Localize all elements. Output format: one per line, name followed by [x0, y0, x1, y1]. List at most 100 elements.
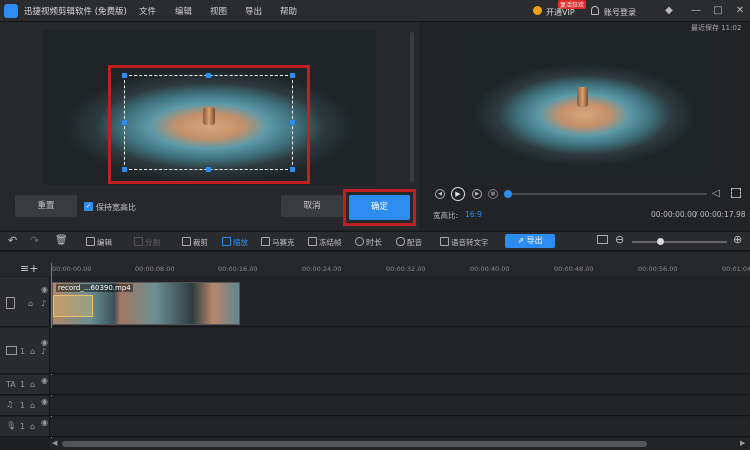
pip-track-header: 1 ◉ ⌂ ♪	[0, 328, 50, 373]
edit-button[interactable]: 编辑	[86, 237, 112, 248]
text-track-header: TA 1 ◉ ⌂	[0, 375, 50, 394]
crop-handle[interactable]	[290, 167, 295, 172]
export-button[interactable]: ⇗ 导出	[505, 234, 555, 248]
timeline-scrollbar[interactable]: ◀ ▶	[50, 438, 750, 450]
eye-icon[interactable]: ◉	[41, 285, 48, 294]
timeline-zoom-handle[interactable]	[657, 238, 664, 245]
volume-icon[interactable]: ◁	[712, 188, 720, 199]
lock-icon[interactable]: ⌂	[30, 422, 35, 431]
confirm-button[interactable]: 确定	[349, 195, 410, 220]
keep-ratio-checkbox[interactable]: ✓	[84, 202, 93, 211]
time-total: / 00:00:17.98	[695, 210, 746, 219]
zoom-in-icon[interactable]: ⊕	[733, 233, 742, 246]
music-icon: ♫	[6, 400, 14, 409]
menu-help[interactable]: 帮助	[280, 5, 297, 17]
eye-icon[interactable]: ◉	[41, 338, 48, 347]
close-icon[interactable]: ✕	[733, 4, 747, 18]
vip-crown-icon	[533, 6, 542, 15]
zoom-button[interactable]: 缩放	[222, 237, 248, 248]
dub-button[interactable]: 配音	[396, 237, 422, 248]
reset-button[interactable]: 重置	[15, 195, 77, 217]
scrollbar-thumb[interactable]	[62, 441, 647, 447]
duration-button[interactable]: 时长	[355, 237, 382, 248]
clip-zoom-region[interactable]	[53, 295, 93, 317]
cancel-button[interactable]: 取消	[281, 195, 343, 217]
next-frame-icon[interactable]: ▶	[472, 189, 482, 199]
zoom-out-icon[interactable]: ⊖	[615, 233, 624, 246]
edit-toolbar: ↶ ↷ 🗑 编辑 分割 裁剪 缩放 马赛克 冻结帧 时长 配音 语音转文字 ⇗ …	[0, 231, 750, 251]
crop-handle[interactable]	[206, 167, 211, 172]
zoom-icon	[222, 237, 231, 246]
preview-image	[457, 32, 712, 175]
pip-icon	[6, 346, 17, 355]
volume-icon[interactable]: ♪	[41, 299, 46, 308]
music-track-header: ♫ 1 ◉ ⌂	[0, 396, 50, 415]
ruler-tick-label: 00:00:08.00	[135, 265, 175, 273]
fullscreen-icon[interactable]	[731, 188, 741, 198]
lock-icon[interactable]: ⌂	[28, 299, 33, 308]
eye-icon[interactable]: ◉	[41, 376, 48, 385]
crop-button[interactable]: 裁剪	[182, 237, 208, 248]
crop-icon	[182, 237, 191, 246]
mosaic-icon	[261, 237, 270, 246]
video-clip[interactable]: record_...60390.mp4	[52, 282, 240, 325]
prev-frame-icon[interactable]: ◀	[435, 189, 445, 199]
progress-handle[interactable]	[504, 190, 512, 198]
music-track: ♫ 1 ◉ ⌂	[0, 396, 750, 416]
export-icon: ⇗	[517, 236, 525, 245]
timeline-ruler[interactable]: 00:00:00.00 00:00:08.00 00:00:16.00 00:0…	[50, 263, 750, 276]
delete-icon[interactable]: 🗑	[55, 235, 68, 246]
speech-to-text-button[interactable]: 语音转文字	[440, 237, 489, 248]
lock-icon[interactable]: ⌂	[30, 347, 35, 356]
skin-icon[interactable]: ◆	[662, 4, 676, 18]
lock-icon[interactable]: ⌂	[30, 380, 35, 389]
crop-handle[interactable]	[290, 73, 295, 78]
scroll-left-icon[interactable]: ◀	[52, 439, 57, 447]
track-number: 1	[20, 380, 26, 389]
crop-handle[interactable]	[206, 73, 211, 78]
menu-export[interactable]: 导出	[245, 5, 262, 17]
lock-icon[interactable]: ⌂	[30, 401, 35, 410]
voice-track: 🎙 1 ◉ ⌂	[0, 417, 750, 437]
volume-icon[interactable]: ♪	[41, 347, 46, 356]
maximize-icon[interactable]: □	[711, 4, 725, 18]
crop-panel: 重置 ✓ 保持宽高比 取消 确定	[0, 22, 420, 230]
add-track-icon[interactable]: ≡+	[20, 262, 38, 275]
stop-icon[interactable]: ■	[488, 189, 498, 199]
ruler-tick-label: 00:00:16.00	[218, 265, 258, 273]
ratio-value[interactable]: 16:9	[465, 210, 482, 219]
voice-track-header: 🎙 1 ◉ ⌂	[0, 417, 50, 436]
mosaic-button[interactable]: 马赛克	[261, 237, 295, 248]
scroll-right-icon[interactable]: ▶	[740, 439, 745, 447]
play-icon[interactable]: ▶	[451, 187, 465, 201]
minimize-icon[interactable]: —	[689, 4, 703, 18]
menu-edit[interactable]: 编辑	[175, 5, 192, 17]
crop-handle[interactable]	[122, 120, 127, 125]
timeline-zoom-track[interactable]	[632, 241, 727, 243]
text-track: TA 1 ◉ ⌂	[0, 375, 750, 395]
user-icon	[591, 6, 599, 15]
login-button[interactable]: 账号登录	[604, 7, 636, 18]
ruler-tick-label: 00:00:56.00	[638, 265, 678, 273]
eye-icon[interactable]: ◉	[41, 418, 48, 427]
crop-handle[interactable]	[122, 167, 127, 172]
ruler-tick-label: 00:00:24.00	[302, 265, 342, 273]
eye-icon[interactable]: ◉	[41, 397, 48, 406]
time-current: 00:00:00.00	[651, 210, 697, 219]
crop-handle[interactable]	[122, 73, 127, 78]
menu-file[interactable]: 文件	[139, 5, 156, 17]
progress-track[interactable]	[507, 193, 707, 195]
crop-handle[interactable]	[290, 120, 295, 125]
undo-icon[interactable]: ↶	[8, 234, 17, 247]
split-button[interactable]: 分割	[134, 237, 160, 248]
redo-icon[interactable]: ↷	[30, 234, 39, 247]
video-track-icon	[6, 297, 15, 309]
fit-timeline-icon[interactable]	[597, 235, 608, 244]
menu-view[interactable]: 视图	[210, 5, 227, 17]
track-number: 1	[20, 422, 26, 431]
app-logo-icon	[4, 4, 18, 18]
crop-scrollbar[interactable]	[410, 32, 414, 182]
crop-selection-rect[interactable]	[124, 75, 293, 170]
freeze-frame-button[interactable]: 冻结帧	[308, 237, 342, 248]
vip-button[interactable]: 开通VIP	[546, 7, 575, 18]
